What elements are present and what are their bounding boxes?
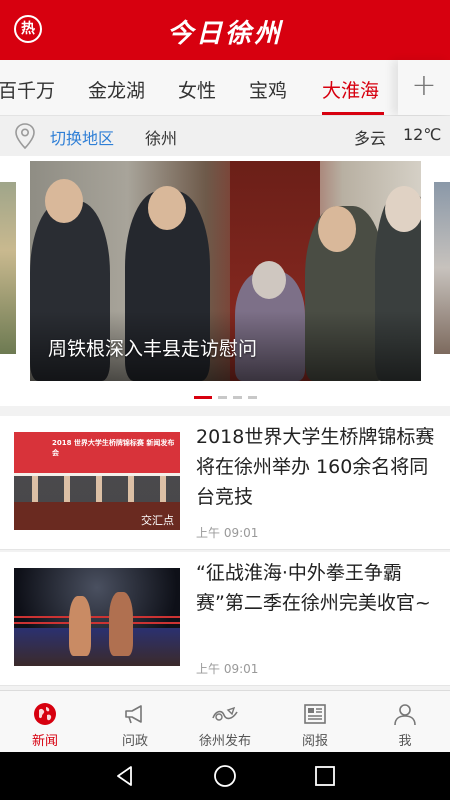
carousel-indicator <box>0 396 450 399</box>
tab-baiqianwan[interactable]: 百千万 <box>0 76 55 103</box>
app-header: 热 今日徐州 <box>0 0 450 60</box>
bottom-tab-label: 徐州发布 <box>198 734 251 749</box>
carousel-dot[interactable] <box>232 396 242 399</box>
thumbnail-fighter <box>109 592 133 656</box>
location-bar: 切换地区 徐州 多云 12℃ <box>0 116 450 156</box>
home-icon[interactable] <box>213 764 237 788</box>
slide-figure-head <box>45 179 83 223</box>
weather-text: 多云 <box>354 129 387 148</box>
news-time: 上午 09:01 <box>196 526 259 540</box>
current-city: 徐州 <box>145 129 178 148</box>
bottom-tab-me[interactable]: 我 <box>360 691 450 753</box>
bottom-tab-wenzheng[interactable]: 问政 <box>90 691 180 753</box>
app-root: 热 今日徐州 百千万 金龙湖 女性 宝鸡 大淮海 + 切换地区 徐州 多云 12… <box>0 0 450 800</box>
tab-baoji[interactable]: 宝鸡 <box>249 76 287 103</box>
temperature-text: 12℃ <box>403 125 442 144</box>
bottom-tab-read-paper[interactable]: 阅报 <box>270 691 360 753</box>
news-thumbnail <box>14 568 180 666</box>
news-title: 2018世界大学生桥牌锦标赛将在徐州举办 160余名将同台竞技 <box>196 426 435 508</box>
slide-title: 周铁根深入丰县走访慰问 <box>48 338 258 360</box>
news-thumbnail: 2018 世界大学生桥牌锦标赛 新闻发布会 交汇点 <box>14 432 180 530</box>
bottom-tab-label: 问政 <box>121 734 148 749</box>
location-pin-icon <box>15 123 35 150</box>
system-navigation-bar <box>0 752 450 800</box>
thumbnail-banner-text: 2018 世界大学生桥牌锦标赛 新闻发布会 <box>52 439 175 457</box>
thumbnail-ring-floor <box>14 628 180 666</box>
add-channel-button[interactable]: + <box>398 60 450 115</box>
bottom-tab-label: 我 <box>398 734 412 749</box>
publish-icon <box>212 706 238 721</box>
tab-jinlonghu[interactable]: 金龙湖 <box>88 76 145 103</box>
channel-tabs: 百千万 金龙湖 女性 宝鸡 大淮海 <box>0 60 450 116</box>
bottom-tab-bar: 新闻 问政 徐州发布 阅报 我 <box>0 690 450 752</box>
slide-figure-head <box>252 261 286 299</box>
news-list-item[interactable]: “征战淮海·中外拳王争霸赛”第二季在徐州完美收官~ 上午 09:01 <box>0 552 450 686</box>
slide-figure-head <box>318 206 356 252</box>
next-slide-preview[interactable] <box>434 182 450 354</box>
tab-dahuaihai[interactable]: 大淮海 <box>322 76 379 103</box>
slide-figure-head <box>385 186 421 232</box>
carousel-dot[interactable] <box>247 396 257 399</box>
bottom-tab-xuzhou-release[interactable]: 徐州发布 <box>180 691 270 753</box>
active-tab-indicator <box>322 112 384 115</box>
carousel-dot[interactable] <box>193 396 212 399</box>
back-icon[interactable] <box>113 764 137 788</box>
tab-nvxing[interactable]: 女性 <box>178 76 216 103</box>
megaphone-icon <box>125 705 142 724</box>
headline-carousel: 周铁根深入丰县走访慰问 <box>0 156 450 406</box>
bottom-tab-news[interactable]: 新闻 <box>0 691 90 753</box>
thumbnail-watermark: 交汇点 <box>141 514 174 527</box>
switch-region-link[interactable]: 切换地区 <box>50 125 114 149</box>
carousel-dot[interactable] <box>217 396 227 399</box>
bottom-tab-label: 阅报 <box>301 734 328 749</box>
newspaper-icon <box>304 704 326 724</box>
globe-icon <box>34 703 56 725</box>
news-list-item[interactable]: 2018 世界大学生桥牌锦标赛 新闻发布会 交汇点 2018世界大学生桥牌锦标赛… <box>0 416 450 550</box>
prev-slide-preview[interactable] <box>0 182 16 354</box>
news-title: “征战淮海·中外拳王争霸赛”第二季在徐州完美收官~ <box>196 562 431 614</box>
app-logo: 今日徐州 <box>166 19 283 49</box>
user-icon <box>394 704 416 726</box>
carousel-slide[interactable]: 周铁根深入丰县走访慰问 <box>30 161 421 381</box>
bottom-tab-label: 新闻 <box>31 734 58 749</box>
recent-apps-icon[interactable] <box>313 764 337 788</box>
news-time: 上午 09:01 <box>196 662 259 676</box>
slide-figure-head <box>148 186 186 230</box>
thumbnail-fighter <box>69 596 91 656</box>
